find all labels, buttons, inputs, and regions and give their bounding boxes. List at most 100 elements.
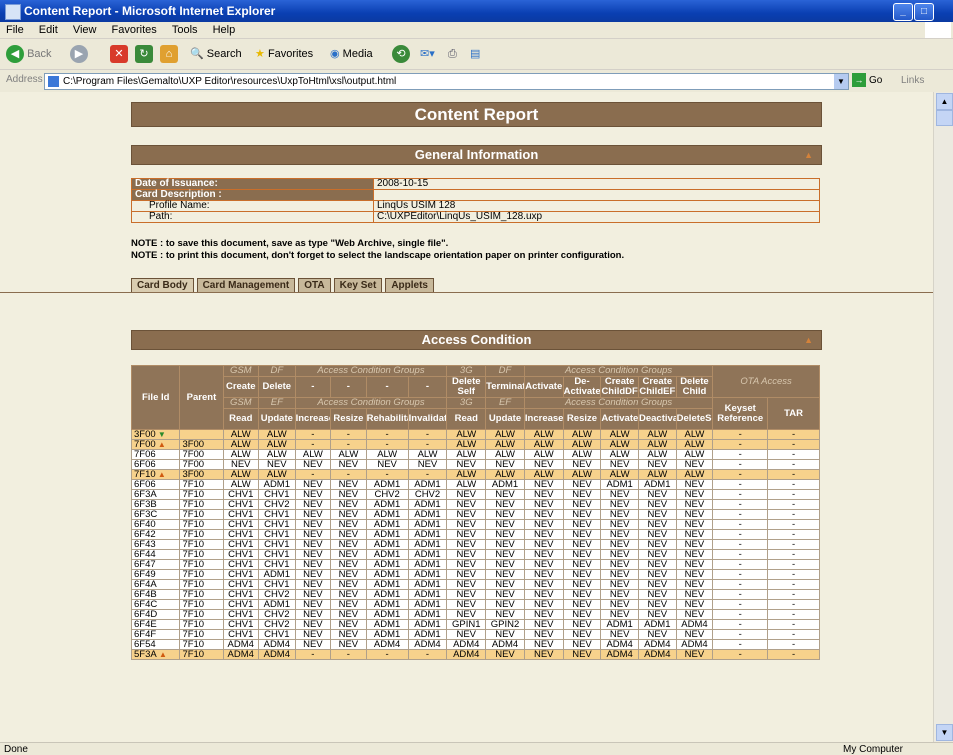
media-button[interactable]: ◉ Media bbox=[330, 43, 373, 65]
parent-cell: 7F10 bbox=[179, 549, 224, 560]
file-id-cell[interactable]: 6F43 bbox=[130, 539, 181, 550]
table-row[interactable]: 6F4A 7F10 CHV1 CHV1 NEV NEV ADM1 ADM1 NEV NEV NEV N… bbox=[130, 579, 820, 590]
parent-cell: 7F10 bbox=[179, 629, 224, 640]
file-id-cell[interactable]: 6F47 bbox=[130, 559, 181, 570]
table-row[interactable]: 6F4E 7F10 CHV1 CHV2 NEV NEV ADM1 ADM1 GPIN1 GPIN2… bbox=[130, 619, 820, 630]
file-id-cell[interactable]: 6F4F bbox=[130, 629, 181, 640]
table-row[interactable]: 6F44 7F10 CHV1 CHV1 NEV NEV ADM1 ADM1 NEV NEV NEV N… bbox=[130, 549, 820, 560]
file-id-cell[interactable]: 6F49 bbox=[130, 569, 181, 580]
home-button[interactable]: ⌂ bbox=[160, 43, 178, 65]
table-row[interactable]: 6F54 7F10 ADM4 ADM4 NEV NEV ADM4 ADM4 ADM4 ADM4 NE… bbox=[130, 639, 820, 650]
table-row[interactable]: 6F06 7F00 NEV NEV NEV NEV NEV NEV NEV NEV NEV NEV NE… bbox=[130, 459, 820, 470]
forward-button[interactable]: ▶ bbox=[70, 43, 88, 65]
access-value-cell: ALW bbox=[562, 449, 602, 460]
refresh-button[interactable]: ↻ bbox=[135, 43, 153, 65]
links-button[interactable]: Links bbox=[901, 73, 924, 89]
table-row[interactable]: 5F3A ▲ 7F10 ADM4 ADM4- - - - ADM4 NEV NEV NEV ADM4 A… bbox=[130, 649, 820, 660]
print-button[interactable]: ⎙ bbox=[448, 43, 457, 65]
access-condition-header[interactable]: Access Condition ▲ bbox=[131, 330, 822, 350]
edit-button[interactable]: ▤ bbox=[470, 43, 480, 65]
address-input[interactable]: C:\Program Files\Gemalto\UXP Editor\reso… bbox=[44, 73, 849, 90]
table-row[interactable]: 7F06 7F00 ALW ALW ALW ALW ALW ALW ALW ALW ALW ALW AL… bbox=[130, 449, 820, 460]
file-id-cell[interactable]: 6F3C bbox=[130, 509, 181, 520]
table-row[interactable]: 6F47 7F10 CHV1 CHV1 NEV NEV ADM1 ADM1 NEV NEV NEV N… bbox=[130, 559, 820, 570]
file-id-cell[interactable]: 7F00 ▲ bbox=[130, 439, 181, 450]
expand-up-icon[interactable]: ▲ bbox=[157, 651, 167, 659]
maximize-button[interactable]: □ bbox=[914, 3, 934, 21]
table-row[interactable]: 6F4F 7F10 CHV1 CHV1 NEV NEV ADM1 ADM1 NEV NEV NEV N… bbox=[130, 629, 820, 640]
file-id-cell[interactable]: 6F4A bbox=[130, 579, 181, 590]
menu-help[interactable]: Help bbox=[213, 22, 236, 38]
table-row[interactable]: 6F4B 7F10 CHV1 CHV2 NEV NEV ADM1 ADM1 NEV NEV NEV N… bbox=[130, 589, 820, 600]
file-id-cell[interactable]: 6F4B bbox=[130, 589, 181, 600]
search-button[interactable]: 🔍 Search bbox=[190, 43, 242, 65]
file-id-cell[interactable]: 6F42 bbox=[130, 529, 181, 540]
minimize-button[interactable]: _ bbox=[893, 3, 913, 21]
access-value-cell: - bbox=[712, 629, 769, 640]
table-row[interactable]: 7F00 ▲ 3F00 ALW ALW - - - - ALW ALW ALW ALW ALW ALW AL… bbox=[130, 439, 820, 450]
file-id-cell[interactable]: 7F06 bbox=[130, 449, 181, 460]
table-row[interactable]: 7F10 ▲ 3F00 ALW ALW - - - - ALW ALW ALW ALW ALW ALW AL… bbox=[130, 469, 820, 480]
table-row[interactable]: 6F4C 7F10 CHV1 ADM1 NEV NEV ADM1 ADM1 NEV NEV NEV N… bbox=[130, 599, 820, 610]
file-id-cell[interactable]: 6F40 bbox=[130, 519, 181, 530]
table-row[interactable]: 6F42 7F10 CHV1 CHV1 NEV NEV ADM1 ADM1 NEV NEV NEV N… bbox=[130, 529, 820, 540]
back-button[interactable]: ◀ Back bbox=[6, 43, 52, 65]
stop-button[interactable]: ✕ bbox=[110, 43, 128, 65]
table-row[interactable]: 6F43 7F10 CHV1 CHV1 NEV NEV ADM1 ADM1 NEV NEV NEV N… bbox=[130, 539, 820, 550]
table-row[interactable]: 6F40 7F10 CHV1 CHV1 NEV NEV ADM1 ADM1 NEV NEV NEV N… bbox=[130, 519, 820, 530]
file-id-cell[interactable]: 6F06 bbox=[130, 459, 181, 470]
file-id-cell[interactable]: 6F44 bbox=[130, 549, 181, 560]
scroll-thumb[interactable] bbox=[936, 110, 953, 126]
file-id-cell[interactable]: 6F4C bbox=[130, 599, 181, 610]
menu-tools[interactable]: Tools bbox=[172, 22, 198, 38]
file-id-cell[interactable]: 3F00 ▼ bbox=[130, 429, 181, 440]
expand-up-icon[interactable]: ▲ bbox=[156, 471, 166, 479]
table-row[interactable]: 6F3B 7F10 CHV1 CHV2 NEV NEV ADM1 ADM1 NEV NEV NEV N… bbox=[130, 499, 820, 510]
favorites-button[interactable]: ★ Favorites bbox=[255, 43, 313, 65]
general-info-header[interactable]: General Information ▲ bbox=[131, 145, 822, 165]
go-button[interactable]: → Go bbox=[852, 73, 882, 89]
file-id-cell[interactable]: 6F4D bbox=[130, 609, 181, 620]
file-id-cell[interactable]: 6F4E bbox=[130, 619, 181, 630]
access-value-cell: - bbox=[365, 439, 409, 450]
access-value-cell: NEV bbox=[675, 559, 714, 570]
table-row[interactable]: 6F49 7F10 CHV1 ADM1 NEV NEV ADM1 ADM1 NEV NEV NEV N… bbox=[130, 569, 820, 580]
file-id: 6F44 bbox=[134, 549, 156, 560]
menu-file[interactable]: File bbox=[6, 22, 24, 38]
vertical-scrollbar[interactable]: ▲ ▼ bbox=[933, 92, 953, 742]
tab-key-set[interactable]: Key Set bbox=[333, 278, 383, 292]
access-value-cell: NEV bbox=[330, 639, 367, 650]
info-label: Profile Name: bbox=[131, 200, 374, 212]
file-id-cell[interactable]: 6F54 bbox=[130, 639, 181, 650]
collapse-icon[interactable]: ▲ bbox=[804, 331, 813, 349]
tab-applets[interactable]: Applets bbox=[385, 278, 434, 292]
file-id-cell[interactable]: 6F3A bbox=[130, 489, 181, 500]
file-id-cell[interactable]: 6F06 bbox=[130, 479, 181, 490]
table-row[interactable]: 6F3C 7F10 CHV1 CHV1 NEV NEV ADM1 ADM1 NEV NEV NEV N… bbox=[130, 509, 820, 520]
tab-card-management[interactable]: Card Management bbox=[196, 278, 296, 292]
address-label: Address bbox=[6, 74, 43, 85]
mail-button[interactable]: ✉▾ bbox=[420, 43, 435, 65]
address-dropdown[interactable]: ▼ bbox=[834, 74, 848, 89]
tab-card-body[interactable]: Card Body bbox=[131, 278, 194, 292]
tab-ota[interactable]: OTA bbox=[298, 278, 331, 292]
table-row[interactable]: 6F06 7F10 ALW ADM1 NEV NEV ADM1 ADM1 ALW ADM1 NEV N… bbox=[130, 479, 820, 490]
access-value-cell: ADM4 bbox=[675, 639, 714, 650]
table-row[interactable]: 3F00 ▼ ALW ALW - - - - ALW ALW ALW ALW ALW ALW ALW - - bbox=[130, 429, 820, 440]
file-id-cell[interactable]: 5F3A ▲ bbox=[130, 649, 181, 660]
scroll-down-button[interactable]: ▼ bbox=[936, 724, 953, 741]
menu-view[interactable]: View bbox=[73, 22, 97, 38]
back-label: Back bbox=[27, 48, 52, 60]
table-row[interactable]: 6F3A 7F10 CHV1 CHV1 NEV NEV CHV2 CHV2 NEV NEV NEV N… bbox=[130, 489, 820, 500]
menu-edit[interactable]: Edit bbox=[39, 22, 58, 38]
scroll-up-button[interactable]: ▲ bbox=[936, 93, 953, 110]
expand-up-icon[interactable]: ▲ bbox=[156, 441, 166, 449]
collapse-icon[interactable]: ▲ bbox=[804, 146, 813, 164]
access-value-cell: NEV bbox=[523, 549, 564, 560]
expand-down-icon[interactable]: ▼ bbox=[156, 431, 166, 439]
table-row[interactable]: 6F4D 7F10 CHV1 CHV2 NEV NEV ADM1 ADM1 NEV NEV NEV N… bbox=[130, 609, 820, 620]
history-button[interactable]: ⟲ bbox=[392, 43, 410, 65]
menu-favorites[interactable]: Favorites bbox=[112, 22, 157, 38]
file-id-cell[interactable]: 7F10 ▲ bbox=[130, 469, 181, 480]
file-id-cell[interactable]: 6F3B bbox=[130, 499, 181, 510]
